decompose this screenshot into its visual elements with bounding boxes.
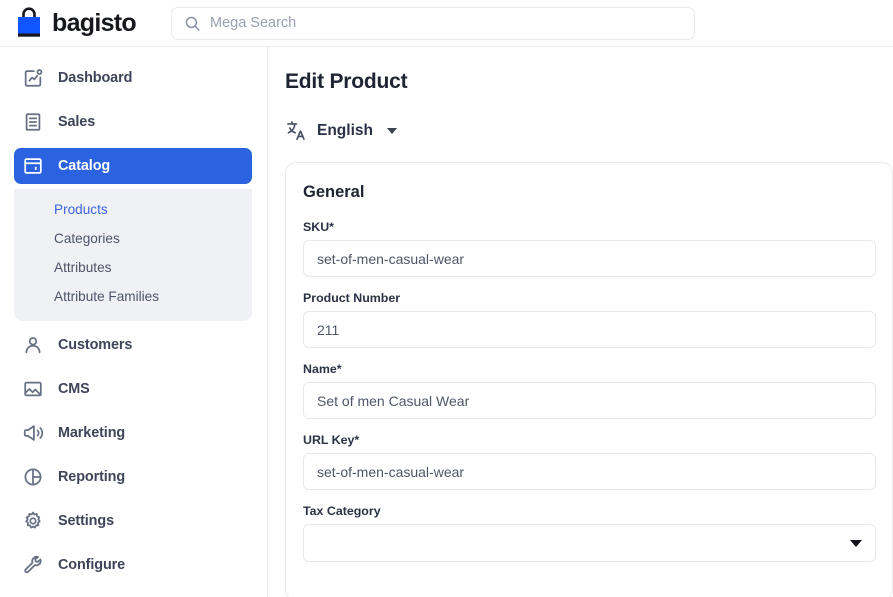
- page-title: Edit Product: [285, 70, 893, 94]
- section-title: General: [303, 183, 875, 202]
- nav-spacer: [0, 451, 267, 459]
- sidebar-item-sales[interactable]: Sales: [14, 104, 252, 140]
- brand-name: bagisto: [52, 9, 136, 38]
- mega-search-bar[interactable]: [171, 7, 695, 40]
- field-name: Name*: [303, 362, 875, 419]
- sidebar-subitem-products[interactable]: Products: [14, 195, 252, 224]
- name-input[interactable]: [303, 382, 876, 419]
- sidebar-subitem-attribute-families[interactable]: Attribute Families: [14, 282, 252, 311]
- tax-category-select-wrap: [303, 524, 876, 562]
- field-label: URL Key*: [303, 433, 875, 447]
- sidebar-nav: Dashboard Sales Catalog Products: [0, 47, 268, 597]
- sidebar-item-label: Customers: [58, 337, 132, 353]
- gear-icon: [22, 510, 44, 532]
- nav-spacer: [0, 495, 267, 503]
- top-header-bar: bagisto: [0, 0, 893, 47]
- search-icon: [184, 15, 201, 32]
- nav-spacer: [0, 407, 267, 415]
- megaphone-icon: [22, 422, 44, 444]
- chart-analytics-icon: [22, 67, 44, 89]
- sidebar-subitem-label: Products: [54, 202, 108, 217]
- product-number-input[interactable]: [303, 311, 876, 348]
- sidebar-item-reporting[interactable]: Reporting: [14, 459, 252, 495]
- sidebar-item-label: Settings: [58, 513, 114, 529]
- sidebar-item-label: Reporting: [58, 469, 125, 485]
- chevron-down-icon: [387, 128, 397, 134]
- sidebar-item-configure[interactable]: Configure: [14, 547, 252, 583]
- catalog-window-icon: [22, 155, 44, 177]
- locale-switcher[interactable]: English: [285, 119, 397, 142]
- nav-spacer: [0, 96, 267, 104]
- main-content: Edit Product English General SKU* Produc…: [269, 47, 893, 597]
- url-key-input[interactable]: [303, 453, 876, 490]
- tax-category-select[interactable]: [303, 524, 876, 562]
- wrench-icon: [22, 554, 44, 576]
- field-sku: SKU*: [303, 220, 875, 277]
- sidebar-item-label: CMS: [58, 381, 90, 397]
- sidebar-item-cms[interactable]: CMS: [14, 371, 252, 407]
- image-icon: [22, 378, 44, 400]
- brand-logo[interactable]: bagisto: [14, 7, 148, 39]
- sidebar-subitem-label: Attributes: [54, 260, 111, 275]
- sidebar-item-label: Dashboard: [58, 70, 132, 86]
- translate-icon: [285, 119, 308, 142]
- general-section-card: General SKU* Product Number Name* URL Ke…: [285, 162, 893, 597]
- list-document-icon: [22, 111, 44, 133]
- sidebar-subitem-attributes[interactable]: Attributes: [14, 253, 252, 282]
- sidebar-subitem-label: Attribute Families: [54, 289, 159, 304]
- sidebar-subitem-label: Categories: [54, 231, 120, 246]
- sidebar-item-label: Sales: [58, 114, 95, 130]
- field-url-key: URL Key*: [303, 433, 875, 490]
- sku-input[interactable]: [303, 240, 876, 277]
- nav-spacer: [0, 363, 267, 371]
- catalog-submenu: Products Categories Attributes Attribute…: [14, 189, 252, 321]
- field-label: Tax Category: [303, 504, 875, 518]
- sidebar-item-label: Configure: [58, 557, 125, 573]
- sidebar-item-settings[interactable]: Settings: [14, 503, 252, 539]
- field-tax-category: Tax Category: [303, 504, 875, 562]
- sidebar-subitem-categories[interactable]: Categories: [14, 224, 252, 253]
- sidebar-item-label: Catalog: [58, 158, 110, 174]
- field-label: SKU*: [303, 220, 875, 234]
- nav-spacer: [0, 539, 267, 547]
- field-label: Product Number: [303, 291, 875, 305]
- sidebar-item-catalog[interactable]: Catalog: [14, 148, 252, 184]
- pie-chart-icon: [22, 466, 44, 488]
- shopping-bag-icon: [14, 7, 44, 39]
- sidebar-item-marketing[interactable]: Marketing: [14, 415, 252, 451]
- search-input[interactable]: [210, 8, 682, 39]
- field-product-number: Product Number: [303, 291, 875, 348]
- field-label: Name*: [303, 362, 875, 376]
- sidebar-item-dashboard[interactable]: Dashboard: [14, 60, 252, 96]
- nav-spacer: [0, 140, 267, 148]
- user-icon: [22, 334, 44, 356]
- locale-label: English: [317, 122, 373, 140]
- sidebar-item-customers[interactable]: Customers: [14, 327, 252, 363]
- sidebar-item-label: Marketing: [58, 425, 125, 441]
